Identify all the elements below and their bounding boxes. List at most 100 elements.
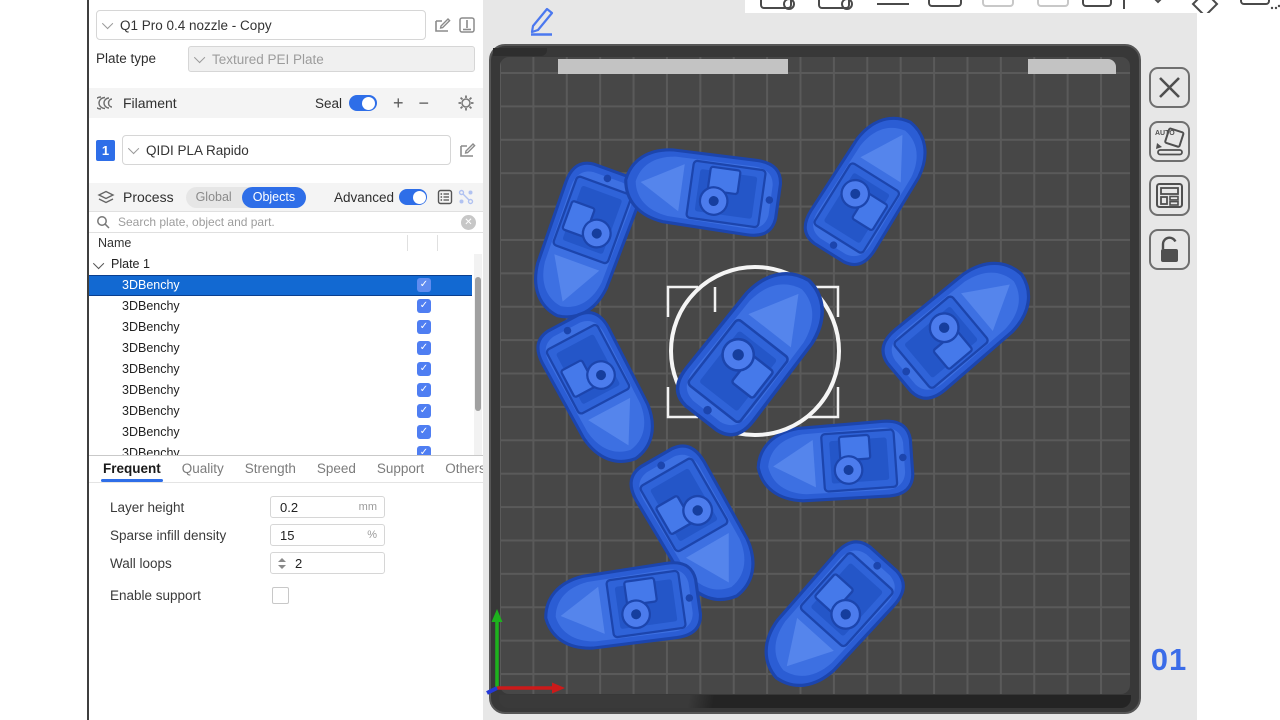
layer-height-field: mm (270, 496, 385, 518)
benchy-model-3[interactable] (797, 102, 942, 272)
advanced-label: Advanced (334, 190, 394, 205)
advanced-toggle[interactable] (399, 189, 427, 205)
object-visible-checkbox[interactable]: ✓ (417, 299, 431, 313)
sparse-infill-label: Sparse infill density (110, 528, 226, 543)
tree-item-3dbenchy[interactable]: 3DBenchy ✓ (89, 317, 472, 338)
compare-params-icon[interactable] (457, 188, 475, 206)
chevron-down-icon (128, 143, 139, 154)
object-visible-checkbox[interactable]: ✓ (417, 320, 431, 334)
tree-item-3dbenchy[interactable]: 3DBenchy ✓ (89, 443, 472, 455)
wall-loops-input[interactable] (293, 555, 357, 572)
parameter-list-icon[interactable] (436, 188, 454, 206)
svg-text:AUTO: AUTO (1155, 130, 1175, 137)
object-tree: Name Plate 1 3DBenchy ✓ 3DBenchy ✓ 3DBen… (89, 233, 483, 455)
close-icon (1151, 69, 1188, 106)
tab-quality[interactable]: Quality (182, 456, 224, 483)
printer-preset-dropdown[interactable]: Q1 Pro 0.4 nozzle - Copy (96, 10, 426, 40)
object-visible-checkbox[interactable]: ✓ (417, 425, 431, 439)
benchy-model-5[interactable] (530, 305, 668, 476)
auto-orient-button[interactable]: AUTO (1149, 121, 1190, 162)
plate-type-value: Textured PEI Plate (212, 52, 324, 67)
enable-support-checkbox[interactable] (272, 587, 289, 604)
object-visible-checkbox[interactable]: ✓ (417, 341, 431, 355)
process-layers-icon (97, 188, 115, 206)
scope-objects-button[interactable]: Objects (242, 187, 306, 208)
chevron-down-icon (102, 18, 113, 29)
object-visible-checkbox[interactable]: ✓ (417, 362, 431, 376)
benchy-model-2[interactable] (621, 143, 784, 239)
tree-item-3dbenchy[interactable]: 3DBenchy ✓ (89, 359, 472, 380)
search-icon (96, 215, 110, 229)
delete-plate-button[interactable] (1149, 67, 1190, 108)
object-visible-checkbox[interactable]: ✓ (417, 446, 431, 455)
filament-settings-gear-icon[interactable] (457, 94, 475, 112)
layer-height-input[interactable] (278, 499, 342, 516)
printer-settings-icon[interactable] (458, 16, 476, 34)
process-scope-switch: Global Objects (186, 187, 307, 208)
tab-support[interactable]: Support (377, 456, 424, 483)
tree-item-3dbenchy[interactable]: 3DBenchy ✓ (89, 338, 472, 359)
tree-name-header: Name (98, 236, 131, 250)
benchy-model-10[interactable] (747, 533, 912, 704)
tree-scrollbar[interactable] (474, 254, 482, 455)
benchy-model-4[interactable] (874, 245, 1047, 408)
filament-icon (97, 94, 115, 112)
expander-chevron-icon[interactable] (93, 257, 104, 268)
scope-global-button[interactable]: Global (186, 190, 242, 204)
chevron-down-icon (194, 52, 205, 63)
arrange-objects-button[interactable] (1149, 175, 1190, 216)
benchy-model-6-selected[interactable] (668, 254, 843, 444)
filament-section-header: Filament Seal + − (89, 88, 483, 118)
add-filament-button[interactable]: + (393, 94, 404, 112)
sparse-infill-unit: % (367, 529, 377, 541)
printer-preset-label: Q1 Pro 0.4 nozzle - Copy (120, 18, 272, 33)
quantity-stepper[interactable] (278, 558, 286, 569)
benchy-model-9[interactable] (541, 560, 704, 656)
object-visible-checkbox[interactable]: ✓ (417, 278, 431, 292)
tab-speed[interactable]: Speed (317, 456, 356, 483)
process-section-header: Process Global Objects Advanced (89, 183, 483, 211)
tree-item-3dbenchy[interactable]: 3DBenchy ✓ (89, 296, 472, 317)
scene-overlay (483, 0, 1197, 720)
search-bar: ✕ (89, 211, 483, 233)
lock-open-icon (1151, 231, 1188, 268)
seal-toggle[interactable] (349, 95, 377, 111)
wall-loops-field (270, 552, 385, 574)
tab-frequent[interactable]: Frequent (103, 456, 161, 483)
plate-type-label: Plate type (96, 51, 156, 66)
edit-preset-icon[interactable] (433, 16, 451, 34)
arrange-icon (1151, 177, 1188, 214)
remove-filament-button[interactable]: − (418, 94, 429, 112)
plate-number-badge: 01 (1145, 642, 1193, 678)
tree-item-3dbenchy[interactable]: 3DBenchy ✓ (89, 401, 472, 422)
process-section-title: Process (123, 189, 174, 205)
auto-orient-icon: AUTO (1151, 123, 1188, 160)
clear-search-icon[interactable]: ✕ (461, 215, 476, 230)
tree-item-3dbenchy[interactable]: 3DBenchy ✓ (89, 380, 472, 401)
settings-tabs: Frequent Quality Strength Speed Support … (89, 456, 483, 483)
tab-others[interactable]: Others (445, 456, 486, 483)
filament-preset-label: QIDI PLA Rapido (146, 143, 249, 158)
sparse-infill-field: % (270, 524, 385, 546)
tree-header-row: Name (89, 233, 483, 254)
sparse-infill-input[interactable] (278, 527, 342, 544)
tree-item-3dbenchy[interactable]: 3DBenchy ✓ (89, 422, 472, 443)
filament-section-title: Filament (123, 95, 177, 111)
layer-height-unit: mm (359, 501, 377, 513)
edit-filament-icon[interactable] (458, 141, 476, 159)
filament-preset-dropdown[interactable]: QIDI PLA Rapido (122, 135, 451, 165)
object-visible-checkbox[interactable]: ✓ (417, 404, 431, 418)
seal-label: Seal (315, 96, 342, 111)
tab-strength[interactable]: Strength (245, 456, 296, 483)
plate-type-dropdown[interactable]: Textured PEI Plate (188, 46, 475, 72)
object-visible-checkbox[interactable]: ✓ (417, 383, 431, 397)
wall-loops-label: Wall loops (110, 556, 172, 571)
tree-node-plate-1[interactable]: Plate 1 (89, 254, 483, 275)
search-input[interactable] (116, 214, 461, 230)
tree-item-3dbenchy[interactable]: 3DBenchy ✓ (89, 275, 472, 296)
viewport: AUTO 01 (483, 0, 1280, 720)
sidebar: Q1 Pro 0.4 nozzle - Copy Plate type Text… (89, 0, 484, 720)
filament-slot-badge[interactable]: 1 (96, 140, 115, 161)
lock-plate-button[interactable] (1149, 229, 1190, 270)
scrollbar-thumb[interactable] (475, 277, 481, 411)
